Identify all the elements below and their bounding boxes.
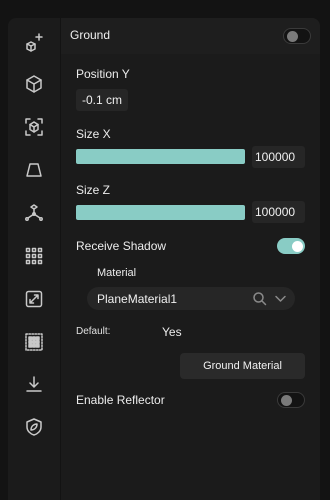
tool-sidebar (8, 18, 60, 500)
enable-reflector-toggle[interactable] (277, 392, 305, 408)
receive-shadow-toggle[interactable] (277, 238, 305, 254)
position-y-input[interactable]: -0.1 cm (76, 89, 128, 111)
material-select[interactable]: PlaneMaterial1 (87, 287, 295, 310)
ground-toggle[interactable] (283, 28, 311, 44)
toggle-knob (292, 240, 303, 252)
panel-title: Ground (70, 28, 111, 42)
position-y-label: Position Y (76, 67, 130, 81)
axis-gizmo-icon[interactable] (21, 200, 47, 226)
size-z-label: Size Z (76, 183, 111, 197)
chevron-down-icon[interactable] (273, 291, 288, 306)
dense-grid-icon[interactable] (21, 329, 47, 355)
size-x-label: Size X (76, 127, 111, 141)
cube-frame-icon[interactable] (21, 114, 47, 140)
plane-trapezoid-icon[interactable] (21, 157, 47, 183)
size-z-slider[interactable] (76, 205, 245, 220)
default-value: Yes (162, 325, 182, 339)
material-selected-value: PlaneMaterial1 (97, 292, 178, 306)
ground-material-button[interactable]: Ground Material (180, 353, 305, 379)
default-label: Default: (76, 326, 111, 337)
size-x-input[interactable]: 100000 (252, 146, 305, 168)
size-z-input[interactable]: 100000 (252, 201, 305, 223)
enable-reflector-label: Enable Reflector (76, 393, 165, 407)
resize-arrows-icon[interactable] (21, 286, 47, 312)
receive-shadow-label: Receive Shadow (76, 239, 167, 253)
cube-icon[interactable] (21, 71, 47, 97)
leaf-shield-icon[interactable] (21, 414, 47, 440)
panel-header: Ground (61, 18, 320, 54)
size-x-slider[interactable] (76, 149, 245, 164)
toggle-knob (287, 30, 298, 42)
search-icon[interactable] (252, 291, 267, 306)
size-x-slider-fill (76, 149, 245, 164)
toggle-knob (281, 394, 292, 406)
shapes-add-icon[interactable] (21, 30, 47, 56)
app-window: Ground Position Y -0.1 cm Size X 100000 … (0, 0, 330, 500)
material-label: Material (97, 267, 137, 279)
grid-dots-icon[interactable] (21, 243, 47, 269)
download-icon[interactable] (21, 371, 47, 397)
size-z-slider-fill (76, 205, 245, 220)
